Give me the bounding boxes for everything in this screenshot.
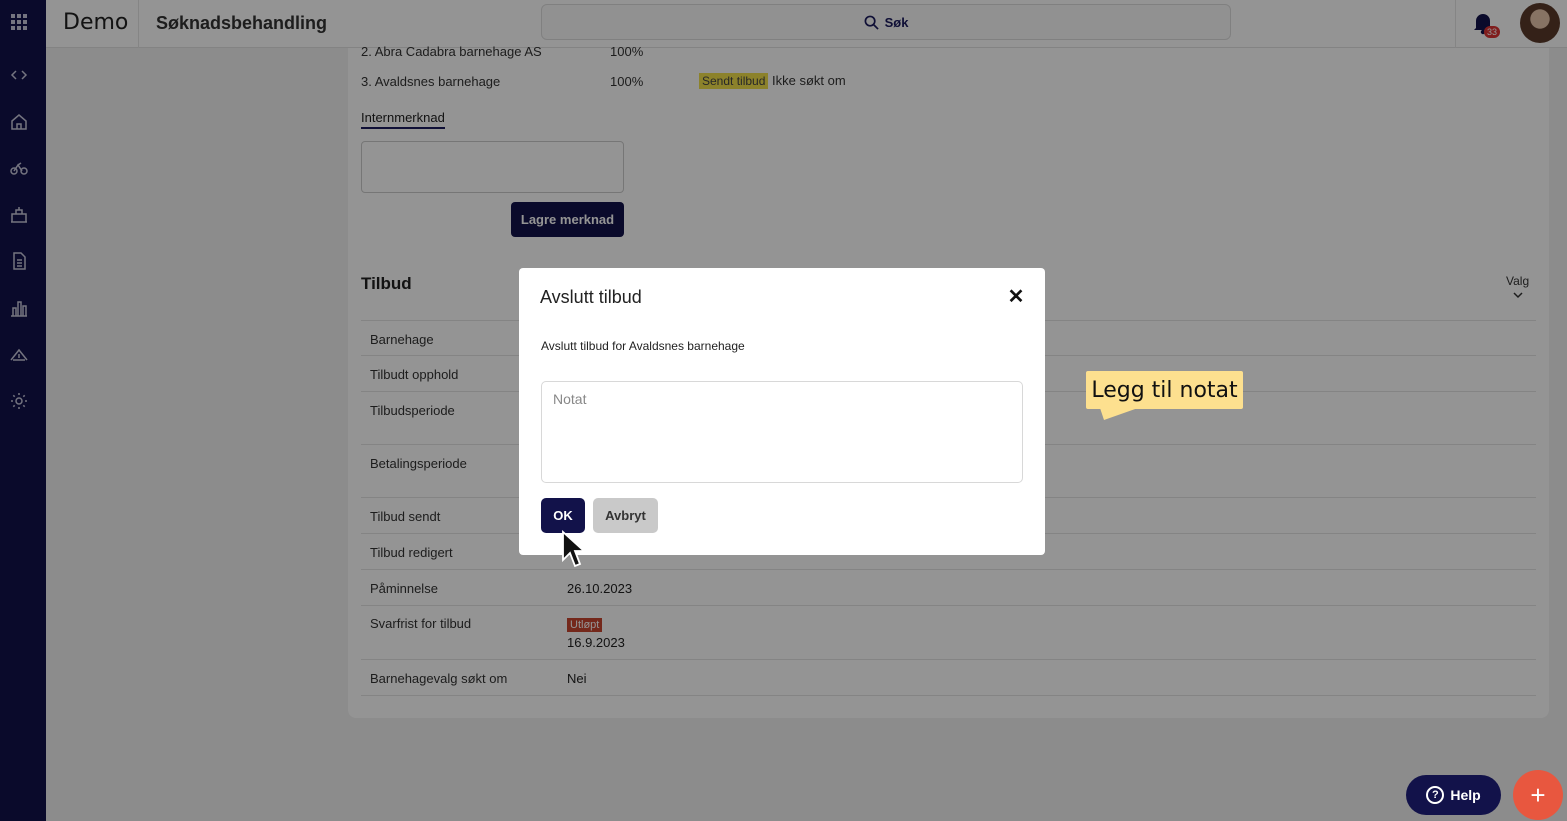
add-icon[interactable]: + <box>1513 770 1563 820</box>
help-label: Help <box>1450 787 1481 803</box>
add-note-callout: Legg til notat <box>1086 371 1243 409</box>
ok-button[interactable]: OK <box>541 498 585 533</box>
help-button[interactable]: ? Help <box>1406 775 1501 815</box>
close-offer-dialog: Avslutt tilbud ✕ Avslutt tilbud for Aval… <box>519 268 1045 555</box>
dialog-title: Avslutt tilbud <box>540 287 642 307</box>
close-icon[interactable]: ✕ <box>1005 285 1027 308</box>
cancel-button[interactable]: Avbryt <box>593 498 658 533</box>
dialog-message: Avslutt tilbud for Avaldsnes barnehage <box>541 339 745 353</box>
callout-tail <box>1100 408 1138 420</box>
note-field[interactable] <box>541 381 1023 483</box>
help-icon: ? <box>1426 786 1445 804</box>
mouse-cursor-icon <box>562 530 585 568</box>
